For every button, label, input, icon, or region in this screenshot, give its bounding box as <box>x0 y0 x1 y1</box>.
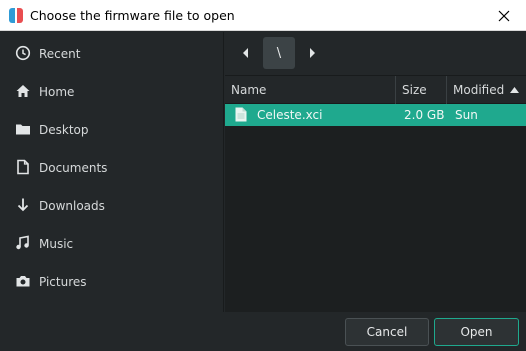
sidebar-item-label: Desktop <box>39 123 89 137</box>
column-header-label: Modified <box>453 83 505 97</box>
clock-icon <box>15 45 31 61</box>
chevron-right-icon <box>310 48 315 58</box>
close-icon <box>498 10 510 22</box>
file-list: Name Size Modified Celeste.xci 2.0 GB Su… <box>225 75 526 312</box>
column-header-modified[interactable]: Modified <box>453 76 525 104</box>
window-title: Choose the firmware file to open <box>30 8 235 23</box>
column-header-row: Name Size Modified <box>225 75 526 104</box>
column-header-label: Name <box>231 83 267 97</box>
sidebar-item-home[interactable]: Home <box>0 73 223 107</box>
sidebar-item-label: Downloads <box>39 199 105 213</box>
sidebar-item-pictures[interactable]: Pictures <box>0 263 223 297</box>
path-bar: \ <box>225 32 526 75</box>
file-row[interactable]: Celeste.xci 2.0 GB Sun <box>225 104 526 126</box>
cancel-button[interactable]: Cancel <box>345 318 429 346</box>
sidebar-item-label: Documents <box>39 161 108 175</box>
places-sidebar: Recent Home Desktop Documents Downloads … <box>0 32 224 312</box>
column-header-size[interactable]: Size <box>402 76 446 104</box>
sort-ascending-icon <box>510 87 520 93</box>
sidebar-item-desktop[interactable]: Desktop <box>0 111 223 145</box>
sidebar-item-label: Music <box>39 237 74 251</box>
sidebar-item-documents[interactable]: Documents <box>0 149 223 183</box>
music-icon <box>15 235 31 251</box>
sidebar-item-recent[interactable]: Recent <box>0 35 223 69</box>
download-icon <box>15 197 31 213</box>
file-icon <box>235 107 247 122</box>
back-button[interactable] <box>238 44 254 62</box>
file-modified: Sun <box>455 108 478 122</box>
title-bar: Choose the firmware file to open <box>0 0 526 31</box>
column-header-label: Size <box>402 83 427 97</box>
file-size: 2.0 GB <box>404 108 445 122</box>
app-icon <box>9 8 23 23</box>
home-icon <box>15 83 31 99</box>
forward-button[interactable] <box>304 44 320 62</box>
path-segment-root[interactable]: \ <box>263 37 295 69</box>
dialog-button-bar: Cancel Open <box>0 312 526 351</box>
open-button[interactable]: Open <box>434 318 519 346</box>
column-header-name[interactable]: Name <box>231 76 391 104</box>
sidebar-item-music[interactable]: Music <box>0 225 223 259</box>
camera-icon <box>15 273 31 289</box>
sidebar-item-label: Recent <box>39 47 81 61</box>
chevron-left-icon <box>243 48 248 58</box>
sidebar-item-downloads[interactable]: Downloads <box>0 187 223 221</box>
document-icon <box>15 159 31 175</box>
close-button[interactable] <box>492 6 516 26</box>
folder-icon <box>15 121 31 137</box>
file-name: Celeste.xci <box>257 108 323 122</box>
sidebar-item-label: Pictures <box>39 275 87 289</box>
sidebar-item-label: Home <box>39 85 75 99</box>
